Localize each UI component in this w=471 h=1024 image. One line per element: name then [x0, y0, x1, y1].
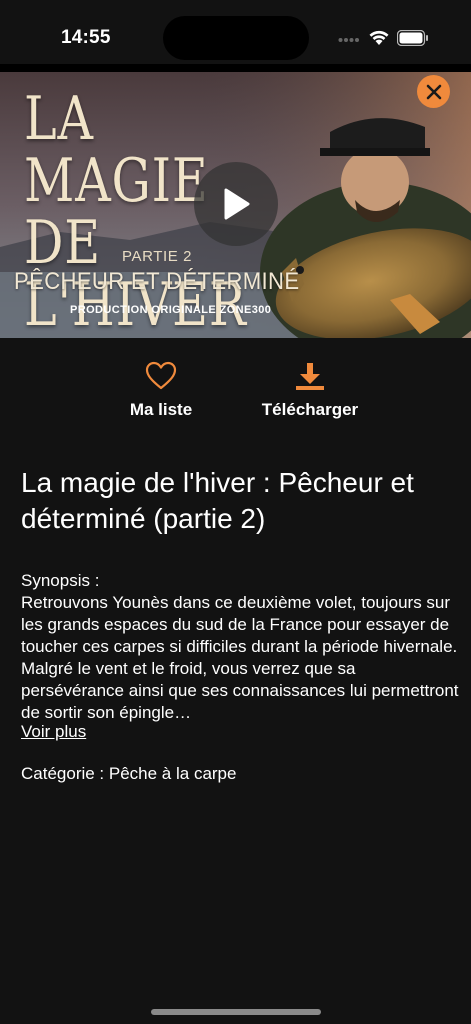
video-thumbnail[interactable]: LA MAGIE DE L'HIVER PARTIE 2 PÊCHEUR ET …: [0, 72, 471, 338]
hero-production: PRODUCTION ORIGINALE ZONE300: [70, 304, 272, 316]
my-list-label: Ma liste: [129, 400, 193, 419]
video-title: La magie de l'hiver : Pêcheur et détermi…: [21, 467, 414, 534]
heart-icon: [145, 361, 177, 390]
cellular-signal-icon: [338, 38, 359, 42]
close-button[interactable]: [417, 75, 450, 108]
home-indicator[interactable]: [151, 1009, 321, 1015]
dynamic-island: [163, 16, 309, 60]
see-more-link[interactable]: Voir plus: [21, 721, 86, 743]
my-list-button[interactable]: Ma liste: [113, 360, 209, 420]
synopsis: Synopsis : Retrouvons Younès dans ce deu…: [21, 570, 461, 724]
top-divider: [0, 64, 471, 72]
synopsis-label: Synopsis :: [21, 571, 100, 590]
close-icon: [426, 84, 441, 99]
action-bar: Ma liste Télécharger: [0, 360, 471, 430]
wifi-icon: [369, 30, 389, 45]
category-text: Catégorie : Pêche à la carpe: [21, 764, 237, 783]
hero-part: PARTIE 2: [122, 248, 193, 265]
play-button[interactable]: [194, 162, 278, 246]
download-icon: [296, 363, 324, 390]
status-time: 14:55: [61, 27, 111, 48]
status-bar: 14:55: [0, 0, 471, 64]
hero-subtitle: PÊCHEUR ET DÉTERMINÉ: [14, 268, 300, 295]
play-icon: [224, 188, 250, 220]
download-button[interactable]: Télécharger: [246, 360, 374, 420]
download-label: Télécharger: [261, 400, 359, 419]
synopsis-text: Retrouvons Younès dans ce deuxième volet…: [21, 593, 459, 722]
battery-icon: [397, 30, 428, 46]
